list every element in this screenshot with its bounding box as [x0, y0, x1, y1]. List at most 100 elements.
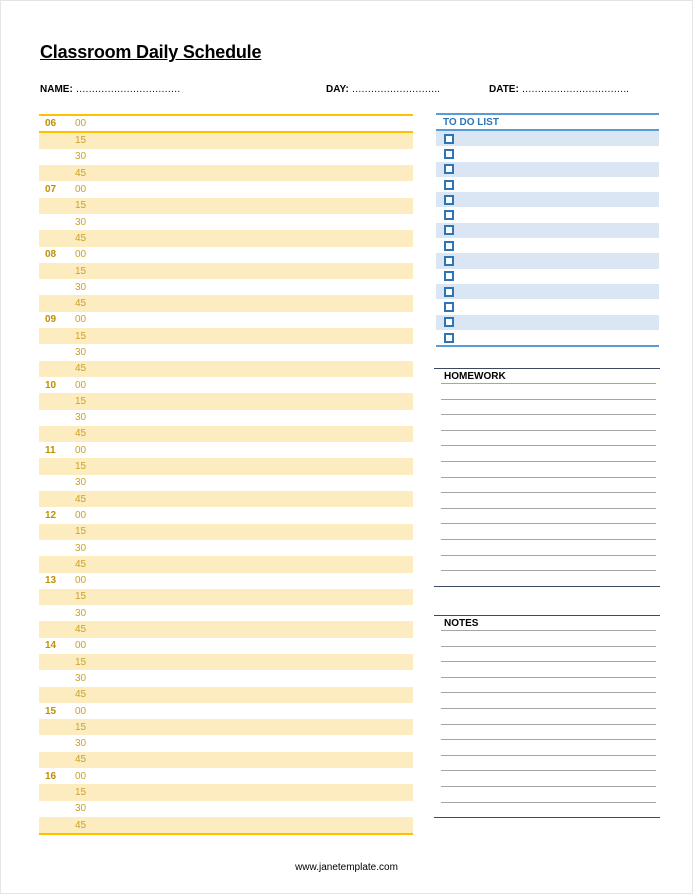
- schedule-row[interactable]: 15: [39, 719, 413, 736]
- homework-line[interactable]: [441, 398, 656, 415]
- schedule-row[interactable]: 15: [39, 393, 413, 410]
- schedule-row[interactable]: 06 00: [39, 116, 413, 133]
- schedule-row[interactable]: 10 00: [39, 377, 413, 393]
- schedule-row[interactable]: 15: [39, 197, 413, 214]
- schedule-row[interactable]: 45: [39, 751, 413, 769]
- schedule-row[interactable]: 15: [39, 262, 413, 280]
- schedule-row[interactable]: 15: [39, 588, 413, 606]
- schedule-row[interactable]: 15: [39, 523, 413, 540]
- checkbox-icon[interactable]: [444, 240, 454, 251]
- schedule-row[interactable]: 12 00: [39, 507, 413, 523]
- schedule-row[interactable]: 30: [39, 605, 413, 621]
- todo-item[interactable]: [436, 146, 659, 161]
- checkbox-icon[interactable]: [444, 148, 454, 159]
- todo-item[interactable]: [436, 161, 659, 177]
- schedule-row[interactable]: 14 00: [39, 638, 413, 654]
- schedule-row[interactable]: 15: [39, 654, 413, 671]
- notes-line[interactable]: [441, 785, 656, 802]
- notes-line[interactable]: [441, 707, 656, 724]
- date-field[interactable]: DATE: …………………………….: [489, 84, 629, 95]
- checkbox-icon[interactable]: [444, 210, 454, 221]
- schedule-row[interactable]: 45: [39, 425, 413, 443]
- schedule-row[interactable]: 15 00: [39, 703, 413, 719]
- schedule-row[interactable]: 07 00: [39, 181, 413, 197]
- day-blank[interactable]: ……………………….: [352, 84, 440, 95]
- name-field[interactable]: NAME: ……………………………: [40, 84, 181, 95]
- notes-line[interactable]: [441, 692, 656, 708]
- schedule-row[interactable]: 45: [39, 360, 413, 377]
- notes-line[interactable]: [441, 645, 656, 662]
- checkbox-icon[interactable]: [444, 194, 454, 205]
- name-blank[interactable]: ……………………………: [76, 84, 181, 95]
- homework-line[interactable]: [441, 507, 656, 524]
- schedule-row[interactable]: 45: [39, 686, 413, 703]
- homework-line[interactable]: [441, 570, 656, 586]
- schedule-row[interactable]: 30: [39, 801, 413, 817]
- schedule-row[interactable]: 30: [39, 735, 413, 751]
- schedule-row[interactable]: 45: [39, 295, 413, 312]
- schedule-row[interactable]: 30: [39, 149, 413, 165]
- notes-line[interactable]: [441, 661, 656, 677]
- date-blank[interactable]: …………………………….: [522, 84, 629, 95]
- schedule-row[interactable]: 09 00: [39, 312, 413, 328]
- schedule-row[interactable]: 15: [39, 458, 413, 475]
- schedule-row[interactable]: 15: [39, 132, 413, 149]
- checkbox-icon[interactable]: [444, 317, 454, 328]
- todo-item[interactable]: [436, 269, 659, 284]
- homework-line[interactable]: [441, 476, 656, 493]
- checkbox-icon[interactable]: [444, 271, 454, 282]
- homework-line[interactable]: [441, 460, 656, 477]
- checkbox-icon[interactable]: [444, 179, 454, 190]
- homework-line[interactable]: [441, 383, 656, 399]
- checkbox-icon[interactable]: [444, 332, 454, 343]
- homework-line[interactable]: [441, 445, 656, 461]
- todo-item[interactable]: [436, 299, 659, 314]
- schedule-row[interactable]: 15: [39, 784, 413, 801]
- schedule-row[interactable]: 45: [39, 230, 413, 247]
- todo-item[interactable]: [436, 314, 659, 330]
- schedule-row[interactable]: 11 00: [39, 442, 413, 458]
- homework-line[interactable]: [441, 414, 656, 430]
- schedule-row[interactable]: 30: [39, 279, 413, 295]
- todo-item[interactable]: [436, 177, 659, 192]
- schedule-row[interactable]: 16 00: [39, 768, 413, 784]
- todo-item[interactable]: [436, 192, 659, 208]
- todo-item[interactable]: [436, 207, 659, 222]
- notes-line[interactable]: [441, 630, 656, 646]
- todo-item[interactable]: [436, 283, 659, 300]
- checkbox-icon[interactable]: [444, 164, 454, 175]
- checkbox-icon[interactable]: [444, 133, 454, 144]
- schedule-row[interactable]: 15: [39, 328, 413, 345]
- schedule-row[interactable]: 30: [39, 410, 413, 426]
- notes-line[interactable]: [441, 739, 656, 755]
- notes-line[interactable]: [441, 770, 656, 786]
- checkbox-icon[interactable]: [444, 286, 454, 297]
- todo-item[interactable]: [436, 131, 659, 147]
- todo-item[interactable]: [436, 222, 659, 239]
- todo-item[interactable]: [436, 253, 659, 269]
- day-field[interactable]: DAY: ……………………….: [326, 84, 440, 95]
- checkbox-icon[interactable]: [444, 301, 454, 312]
- schedule-row[interactable]: 45: [39, 165, 413, 182]
- todo-item[interactable]: [436, 330, 659, 345]
- schedule-row[interactable]: 45: [39, 621, 413, 638]
- schedule-row[interactable]: 08 00: [39, 247, 413, 263]
- checkbox-icon[interactable]: [444, 225, 454, 236]
- schedule-row[interactable]: 30: [39, 540, 413, 556]
- schedule-row[interactable]: 30: [39, 344, 413, 360]
- schedule-row[interactable]: 45: [39, 556, 413, 573]
- homework-line[interactable]: [441, 492, 656, 508]
- checkbox-icon[interactable]: [444, 256, 454, 267]
- notes-line[interactable]: [441, 801, 656, 818]
- homework-line[interactable]: [441, 429, 656, 446]
- schedule-row[interactable]: 13 00: [39, 573, 413, 589]
- schedule-row[interactable]: 45: [39, 491, 413, 508]
- notes-line[interactable]: [441, 723, 656, 740]
- homework-line[interactable]: [441, 554, 656, 571]
- homework-line[interactable]: [441, 523, 656, 539]
- notes-line[interactable]: [441, 754, 656, 771]
- schedule-row[interactable]: 30: [39, 475, 413, 491]
- notes-line[interactable]: [441, 676, 656, 693]
- schedule-row[interactable]: 30: [39, 214, 413, 230]
- homework-line[interactable]: [441, 538, 656, 555]
